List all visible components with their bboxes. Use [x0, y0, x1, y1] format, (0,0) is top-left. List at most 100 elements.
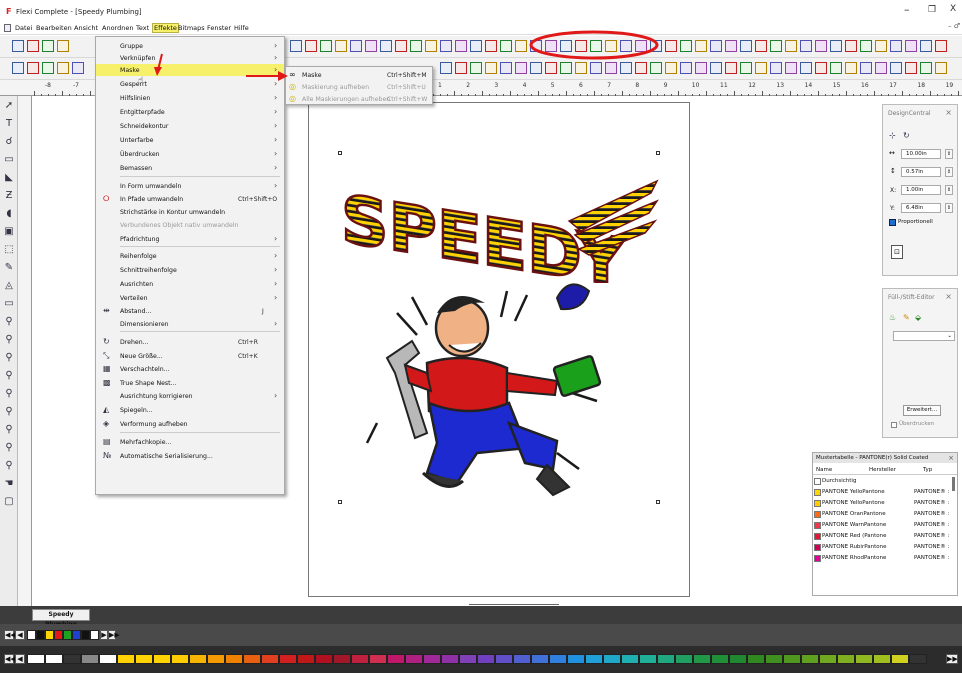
- tool-icon[interactable]: ▭: [3, 298, 15, 310]
- palette-swatch[interactable]: [765, 654, 783, 664]
- swatch-row[interactable]: PANTONE RhodPantone PANTONE® :: [813, 554, 957, 564]
- toolbar-button[interactable]: [620, 62, 632, 74]
- toolbar-button[interactable]: [755, 40, 767, 52]
- palette-swatch[interactable]: [297, 654, 315, 664]
- effects-menu-item[interactable]: Schnittreihenfolge ›: [96, 264, 284, 276]
- palette-swatch[interactable]: [261, 654, 279, 664]
- menu-datei[interactable]: Datei: [15, 24, 32, 32]
- toolbar-button[interactable]: [12, 62, 24, 74]
- toolbar-button[interactable]: [800, 62, 812, 74]
- swatch-row[interactable]: PANTONE Red (Pantone PANTONE® :: [813, 532, 957, 542]
- swatch-row[interactable]: PANTONE OranPantone PANTONE® :: [813, 510, 957, 520]
- toolbar-button[interactable]: [515, 62, 527, 74]
- menu-ansicht[interactable]: Ansicht: [74, 24, 98, 32]
- tool-icon[interactable]: ▭: [3, 154, 15, 166]
- palette-swatch[interactable]: [207, 654, 225, 664]
- palette-nav-button[interactable]: ◀◀: [4, 654, 16, 664]
- palette-swatch[interactable]: [873, 654, 891, 664]
- x-field[interactable]: 1.00in: [901, 185, 941, 195]
- plumber-artwork[interactable]: [357, 273, 647, 503]
- palette-swatch[interactable]: [63, 630, 72, 640]
- toolbar-button[interactable]: [815, 40, 827, 52]
- effects-menu-item[interactable]: ⭘ In Pfade umwandeln Ctrl+Shift+O: [96, 193, 284, 205]
- toolbar-button[interactable]: [72, 62, 84, 74]
- toolbar-button[interactable]: [710, 62, 722, 74]
- effects-menu-item[interactable]: Bemassen ›: [96, 162, 284, 174]
- palette-swatch[interactable]: [441, 654, 459, 664]
- x-spinner[interactable]: ⇕: [945, 185, 953, 195]
- tool-icon[interactable]: ☌: [3, 136, 15, 148]
- toolbar-button[interactable]: [845, 40, 857, 52]
- toolbar-button[interactable]: [380, 40, 392, 52]
- palette-swatch[interactable]: [891, 654, 909, 664]
- close-button[interactable]: X: [950, 4, 956, 14]
- swatch-scrollbar[interactable]: [952, 477, 955, 491]
- toolbar-button[interactable]: [27, 40, 39, 52]
- tool-icon[interactable]: ✎: [3, 262, 15, 274]
- toolbar-button[interactable]: [440, 40, 452, 52]
- palette-swatch[interactable]: [72, 630, 81, 640]
- palette-swatch[interactable]: [45, 630, 54, 640]
- toolbar-button[interactable]: [830, 40, 842, 52]
- effects-menu-item[interactable]: In Form umwandeln ›: [96, 180, 284, 192]
- palette-swatch[interactable]: [27, 654, 45, 664]
- toolbar-button[interactable]: [800, 40, 812, 52]
- y-field[interactable]: 6.48in: [901, 203, 941, 213]
- effects-menu-item[interactable]: ▤ Mehrfachkopie...: [96, 436, 284, 448]
- swatch-row[interactable]: PANTONE YelloPantone PANTONE® :: [813, 488, 957, 498]
- speedy-logo-artwork[interactable]: SPEEDY: [339, 163, 659, 283]
- col-maker[interactable]: Hersteller: [869, 467, 896, 473]
- swatch-row[interactable]: PANTONE RubirPantone PANTONE® :: [813, 543, 957, 553]
- palette-swatch[interactable]: [423, 654, 441, 664]
- palette-swatch[interactable]: [837, 654, 855, 664]
- toolbar-button[interactable]: [725, 40, 737, 52]
- toolbar-button[interactable]: [710, 40, 722, 52]
- tool-icon[interactable]: ◣: [3, 172, 15, 184]
- toolbar-button[interactable]: [590, 62, 602, 74]
- tool-icon[interactable]: ☚: [3, 478, 15, 490]
- mdi-controls[interactable]: – ♂: [948, 22, 960, 30]
- palette-swatch[interactable]: [99, 654, 117, 664]
- document-tab[interactable]: Speedy Plumbing: [32, 609, 90, 628]
- fill-panel-close[interactable]: ×: [945, 292, 952, 301]
- palette-swatch[interactable]: [189, 654, 207, 664]
- tool-icon[interactable]: ⚲: [3, 388, 15, 400]
- effects-menu-item[interactable]: № Automatische Serialisierung...: [96, 450, 284, 462]
- tool-icon[interactable]: ◬: [3, 280, 15, 292]
- toolbar-button[interactable]: [875, 62, 887, 74]
- effects-menu-item[interactable]: Verteilen ›: [96, 292, 284, 304]
- stroke-icon[interactable]: ⬙: [915, 313, 921, 322]
- toolbar-button[interactable]: [395, 40, 407, 52]
- fill-bucket-icon[interactable]: ♨: [889, 313, 896, 322]
- toolbar-button[interactable]: [725, 62, 737, 74]
- palette-swatch[interactable]: [315, 654, 333, 664]
- toolbar-button[interactable]: [470, 62, 482, 74]
- effects-menu-item[interactable]: ◭ Spiegeln...: [96, 404, 284, 416]
- overprint-checkbox[interactable]: [891, 422, 897, 428]
- palette-swatch[interactable]: [909, 654, 927, 664]
- palette-swatch[interactable]: [585, 654, 603, 664]
- col-type[interactable]: Typ: [923, 467, 932, 473]
- palette-swatch[interactable]: [675, 654, 693, 664]
- toolbar-button[interactable]: [485, 40, 497, 52]
- minimize-button[interactable]: –: [904, 3, 910, 16]
- toolbar-button[interactable]: [500, 40, 512, 52]
- palette-swatch[interactable]: [81, 654, 99, 664]
- toolbar-button[interactable]: [845, 62, 857, 74]
- palette-swatch[interactable]: [36, 630, 45, 640]
- swatch-row[interactable]: PANTONE WarnPantone PANTONE® :: [813, 521, 957, 531]
- effects-menu-item[interactable]: Strichstärke in Kontur umwandeln: [96, 206, 284, 218]
- pen-icon[interactable]: ✎: [903, 313, 910, 322]
- page-canvas[interactable]: SPEEDY: [308, 102, 690, 605]
- toolbar-button[interactable]: [560, 62, 572, 74]
- palette-swatch[interactable]: [729, 654, 747, 664]
- toolbar-button[interactable]: [665, 62, 677, 74]
- toolbar-button[interactable]: [320, 40, 332, 52]
- toolbar-button[interactable]: [875, 40, 887, 52]
- toolbar-button[interactable]: [575, 62, 587, 74]
- toolbar-button[interactable]: [500, 62, 512, 74]
- tool-icon[interactable]: ◖: [3, 208, 15, 220]
- swatch-row[interactable]: Durchsichtig: [813, 477, 957, 487]
- proportional-checkbox[interactable]: [889, 219, 896, 226]
- swatch-row[interactable]: PANTONE YelloPantone PANTONE® :: [813, 499, 957, 509]
